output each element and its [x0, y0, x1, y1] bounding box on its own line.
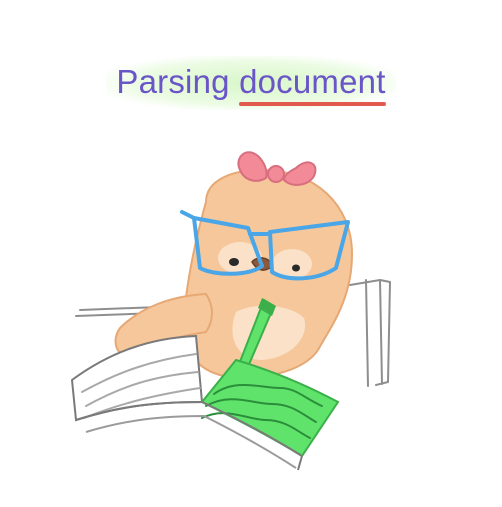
status-word-document: document [239, 60, 386, 106]
status-underline [239, 102, 386, 106]
sloth-reading-icon [70, 151, 391, 471]
loading-status: Parsing document [0, 56, 502, 110]
status-word-parsing: Parsing [116, 63, 230, 100]
bow-icon [237, 151, 317, 186]
sloth-reading-illustration [0, 140, 502, 502]
status-text: Parsing document [106, 56, 396, 110]
